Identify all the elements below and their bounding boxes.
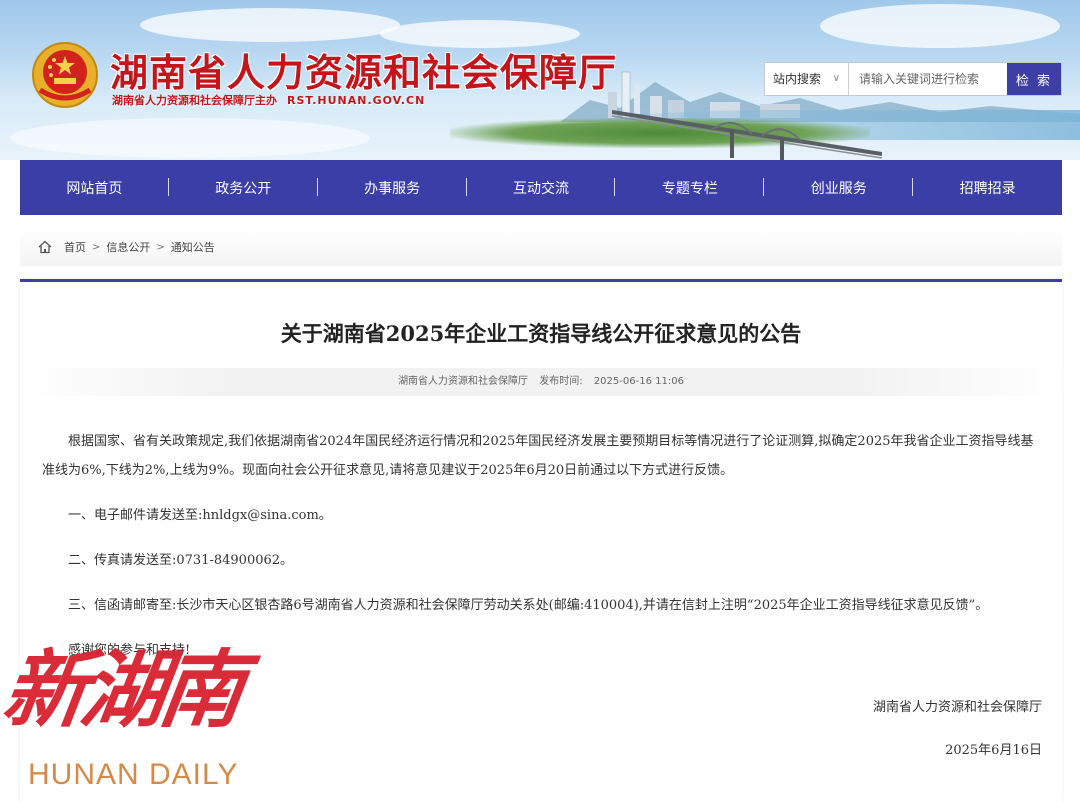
cloud-decoration [140,8,400,42]
nav-item-interaction[interactable]: 互动交流 [467,178,616,198]
breadcrumb-separator: > [156,241,165,253]
search-scope-label: 站内搜索 [773,72,822,86]
article-panel: 关于湖南省2025年企业工资指导线公开征求意见的公告 湖南省人力资源和社会保障厅… [20,279,1062,802]
cloud-decoration [820,4,1060,48]
breadcrumb-item-info[interactable]: 信息公开 [106,239,150,255]
publish-label: 发布时间: [539,376,583,387]
bridge-illustration [612,110,882,160]
search-input[interactable] [849,63,1007,95]
breadcrumb: 首页 > 信息公开 > 通知公告 [20,228,1062,266]
article-paragraph-thanks: 感谢您的参与和支持! [68,643,191,658]
article-paragraph-mail: 三、信函请邮寄至:长沙市天心区银杏路6号湖南省人力资源和社会保障厅劳动关系处(邮… [68,598,989,613]
chevron-down-icon: ∨ [832,73,840,84]
search-button[interactable]: 检 索 [1007,63,1061,95]
main-nav: 网站首页 政务公开 办事服务 互动交流 专题专栏 创业服务 招聘招录 [20,160,1062,215]
site-sponsor-text: 湖南省人力资源和社会保障厅主办 [112,94,277,107]
search-bar: 站内搜索 ∨ 检 索 [764,62,1062,96]
breadcrumb-separator: > [92,241,101,253]
article-meta: 湖南省人力资源和社会保障厅 发布时间: 2025-06-16 11:06 [20,368,1062,396]
article-signature: 湖南省人力资源和社会保障厅 [872,700,1042,715]
nav-item-government-affairs[interactable]: 政务公开 [169,178,318,198]
article-paragraph-email: 一、电子邮件请发送至:hnldgx@sina.com。 [68,508,332,523]
site-header: 湖南省人力资源和社会保障厅 湖南省人力资源和社会保障厅主办 RST.HUNAN.G… [0,0,1080,160]
site-domain-text: RST.HUNAN.GOV.CN [287,94,426,107]
article-date: 2025年6月16日 [945,743,1042,758]
article-body: 根据国家、省有关政策规定,我们依据湖南省2024年国民经济运行情况和2025年国… [42,427,1042,681]
home-icon[interactable] [38,240,52,254]
national-emblem-icon [32,42,98,108]
nav-item-services[interactable]: 办事服务 [318,178,467,198]
search-scope-select[interactable]: 站内搜索 ∨ [765,63,849,95]
publish-time: 2025-06-16 11:06 [593,376,684,387]
breadcrumb-item-notices[interactable]: 通知公告 [171,239,215,255]
cloud-decoration [10,118,370,158]
nav-item-recruitment[interactable]: 招聘招录 [913,178,1062,198]
article-paragraph: 根据国家、省有关政策规定,我们依据湖南省2024年国民经济运行情况和2025年国… [42,434,1034,478]
article-title: 关于湖南省2025年企业工资指导线公开征求意见的公告 [280,321,802,346]
article-paragraph-fax: 二、传真请发送至:0731-84900062。 [68,553,294,568]
nav-item-entrepreneurship[interactable]: 创业服务 [764,178,913,198]
article-source: 湖南省人力资源和社会保障厅 [398,376,529,387]
nav-item-topics[interactable]: 专题专栏 [615,178,764,198]
nav-item-home[interactable]: 网站首页 [20,178,169,198]
site-subtitle: 湖南省人力资源和社会保障厅主办 RST.HUNAN.GOV.CN [112,92,425,108]
site-title[interactable]: 湖南省人力资源和社会保障厅 [110,42,617,97]
breadcrumb-item-home[interactable]: 首页 [64,239,86,255]
